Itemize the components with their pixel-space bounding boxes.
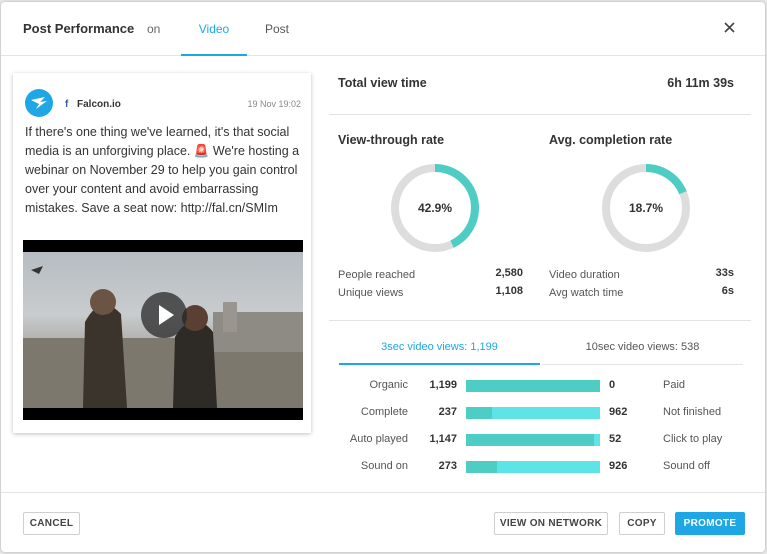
bar-right-label: Not finished <box>663 406 722 418</box>
bar-right-label: Paid <box>663 379 686 391</box>
facebook-icon: f <box>65 99 69 110</box>
bar-row-sound: Sound on 273 926 Sound off <box>329 457 751 477</box>
tab-post[interactable]: Post <box>265 22 289 36</box>
bar-left-value: 1,147 <box>429 433 457 445</box>
post-performance-modal: Post Performance on Video Post f Falcon.… <box>1 2 765 552</box>
post-text: If there's one thing we've learned, it's… <box>25 125 300 215</box>
divider <box>329 114 751 115</box>
bar-row-organic-paid: Organic 1,199 0 Paid <box>329 376 751 396</box>
promote-button[interactable]: PROMOTE <box>675 512 745 535</box>
video-duration-value: 33s <box>715 267 734 279</box>
post-preview-card: f Falcon.io 19 Nov 19:02 If there's one … <box>13 73 311 433</box>
people-reached-label: People reached <box>338 269 416 281</box>
bar-right-value: 962 <box>609 406 628 418</box>
bar-fill <box>466 380 600 392</box>
total-view-time-value: 6h 11m 39s <box>667 76 734 90</box>
bar-track <box>466 407 600 419</box>
bar-right-label: Click to play <box>663 433 723 445</box>
bar-left-label: Sound on <box>360 460 408 472</box>
bar-fill <box>466 434 595 446</box>
bar-row-complete: Complete 237 962 Not finished <box>329 403 751 423</box>
bar-left-label: Auto played <box>349 433 408 445</box>
bar-left-value: 237 <box>438 406 457 418</box>
tab-video[interactable]: Video <box>181 22 247 56</box>
bar-left-value: 273 <box>438 460 457 472</box>
avg-watch-time-label: Avg watch time <box>549 287 624 299</box>
modal-footer: CANCEL VIEW ON NETWORK COPY PROMOTE <box>1 492 765 552</box>
falcon-logo-icon <box>25 89 53 117</box>
people-reached-value: 2,580 <box>495 267 523 279</box>
modal-header: Post Performance on Video Post <box>1 2 765 56</box>
bar-right-value: 926 <box>609 460 628 472</box>
copy-button[interactable]: COPY <box>619 512 665 535</box>
bar-right-value: 52 <box>609 433 622 445</box>
on-label: on <box>147 22 161 36</box>
bar-left-value: 1,199 <box>429 379 457 391</box>
post-date: 19 Nov 19:02 <box>247 99 301 109</box>
bar-row-autoplay: Auto played 1,147 52 Click to play <box>329 430 751 450</box>
bar-right-label: Sound off <box>663 460 710 472</box>
completion-percent: 18.7% <box>629 201 663 215</box>
bar-right-value: 0 <box>609 379 616 391</box>
bar-left-label: Organic <box>369 379 408 391</box>
view-through-percent: 42.9% <box>418 201 452 215</box>
video-player[interactable] <box>23 240 303 420</box>
completion-donut: 18.7% <box>602 164 690 252</box>
play-icon[interactable] <box>141 292 187 338</box>
avg-watch-time-value: 6s <box>721 285 734 297</box>
tab-10sec-video-views[interactable]: 10sec video views: 538 <box>542 341 743 365</box>
view-on-network-button[interactable]: VIEW ON NETWORK <box>494 512 608 535</box>
total-view-time-label: Total view time <box>338 76 427 90</box>
unique-views-label: Unique views <box>338 287 404 299</box>
bar-fill <box>466 461 497 473</box>
cancel-button[interactable]: CANCEL <box>23 512 80 535</box>
video-duration-label: Video duration <box>549 269 620 281</box>
view-through-title: View-through rate <box>338 133 445 147</box>
post-brand-name: Falcon.io <box>77 99 121 110</box>
bar-track <box>466 380 600 392</box>
unique-views-value: 1,108 <box>495 285 523 297</box>
completion-title: Avg. completion rate <box>549 133 673 147</box>
modal-title: Post Performance <box>23 21 135 36</box>
bar-track <box>466 461 600 473</box>
tab-3sec-video-views[interactable]: 3sec video views: 1,199 <box>339 341 540 365</box>
bar-fill <box>466 407 493 419</box>
view-through-donut: 42.9% <box>391 164 479 252</box>
divider <box>329 320 751 321</box>
bar-track <box>466 434 600 446</box>
bar-left-label: Complete <box>360 406 408 418</box>
close-icon[interactable] <box>721 19 739 37</box>
